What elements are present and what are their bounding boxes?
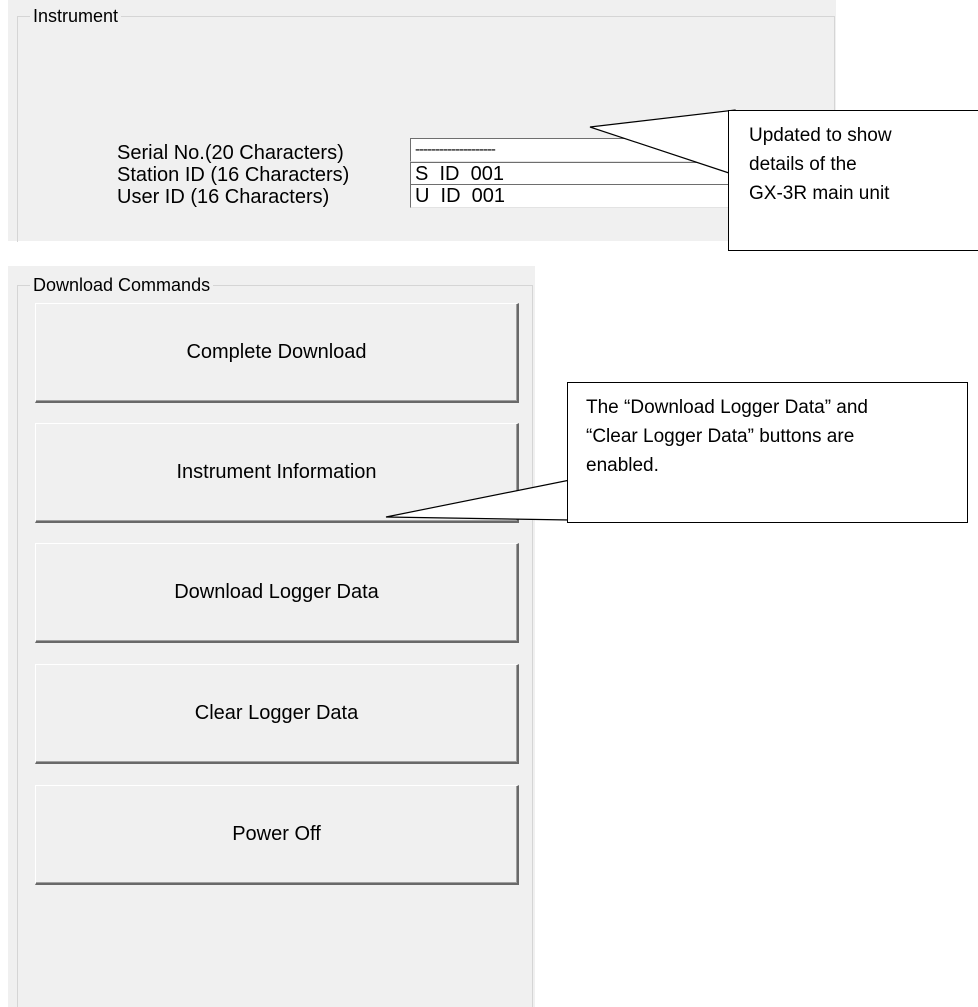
download-commands-title: Download Commands <box>30 275 214 295</box>
buttons-enabled-callout: The “Download Logger Data” and “Clear Lo… <box>567 382 968 523</box>
station-id-field[interactable]: S ID 001 <box>410 162 740 186</box>
instrument-callout-line-3: GX-3R main unit <box>749 183 890 204</box>
instrument-update-callout: Updated to show details of the GX-3R mai… <box>728 110 978 251</box>
serial-number-label: Serial No.(20 Characters) <box>117 142 344 164</box>
instrument-callout-line-1: Updated to show <box>749 125 892 146</box>
instrument-groupbox <box>17 16 835 242</box>
user-id-label: User ID (16 Characters) <box>117 186 330 208</box>
buttons-callout-line-3: enabled. <box>586 455 659 476</box>
clear-logger-data-button[interactable]: Clear Logger Data <box>35 664 519 764</box>
station-id-label: Station ID (16 Characters) <box>117 164 350 186</box>
download-logger-data-button[interactable]: Download Logger Data <box>35 543 519 643</box>
complete-download-button[interactable]: Complete Download <box>35 303 519 403</box>
instrument-information-button[interactable]: Instrument Information <box>35 423 519 523</box>
power-off-button[interactable]: Power Off <box>35 785 519 885</box>
serial-number-field[interactable]: -------------------- <box>410 138 740 162</box>
buttons-callout-line-1: The “Download Logger Data” and <box>586 397 869 418</box>
buttons-callout-line-2: “Clear Logger Data” buttons are <box>586 426 855 447</box>
user-id-field[interactable]: U ID 001 <box>410 184 740 208</box>
instrument-callout-line-2: details of the <box>749 154 857 175</box>
instrument-group-title: Instrument <box>30 6 122 26</box>
